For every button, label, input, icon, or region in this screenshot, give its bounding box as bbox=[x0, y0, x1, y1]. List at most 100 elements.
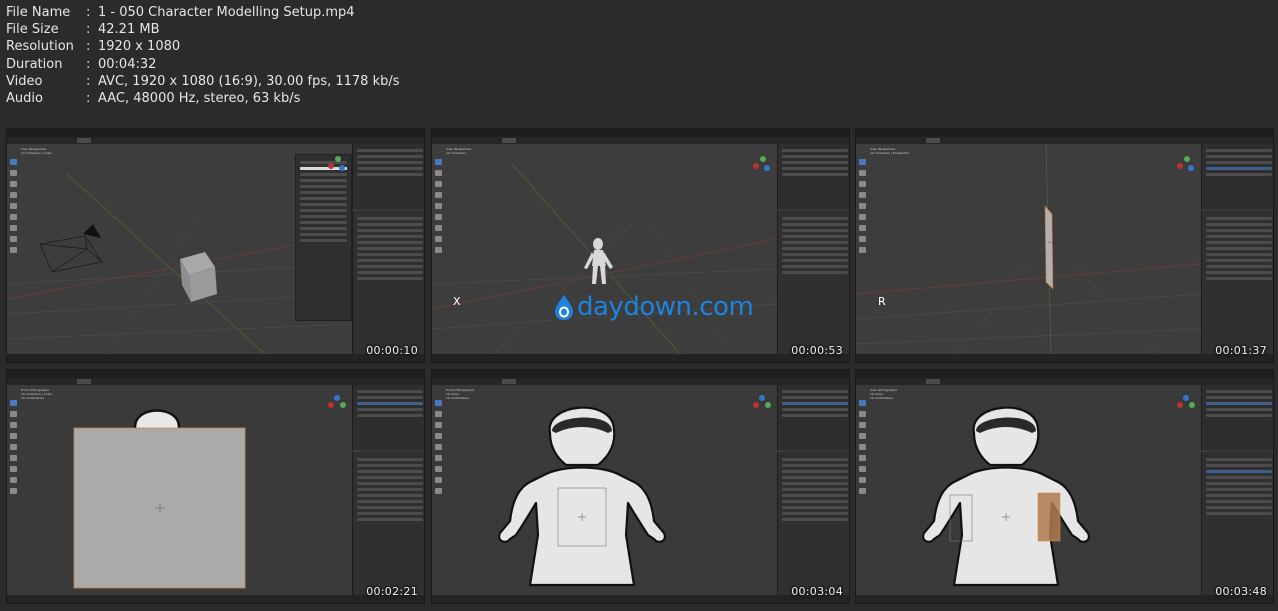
timestamp: 00:01:37 bbox=[1215, 344, 1267, 357]
file-info: File Name : 1 - 050 Character Modelling … bbox=[6, 4, 400, 107]
thumbnail-5[interactable]: Front Orthographic (1) Cube 10 Centimeters… bbox=[431, 369, 850, 604]
scene-front-ortho-cube bbox=[73, 409, 246, 589]
timestamp: 00:02:21 bbox=[366, 585, 418, 598]
timeline[interactable] bbox=[432, 595, 849, 603]
properties-panel[interactable] bbox=[777, 452, 849, 597]
outliner[interactable] bbox=[1201, 144, 1273, 209]
tool-shelf[interactable] bbox=[10, 159, 17, 269]
separator: : bbox=[86, 56, 91, 72]
outliner[interactable] bbox=[352, 144, 424, 209]
blender-topbar bbox=[7, 129, 424, 137]
timeline[interactable] bbox=[7, 595, 424, 603]
blender-menubar bbox=[432, 378, 849, 385]
workspace-tab-layout bbox=[502, 379, 516, 384]
file-info-row: Video : AVC, 1920 x 1080 (16:9), 30.00 f… bbox=[6, 73, 400, 90]
thumbnail-grid: User Perspective (1) Collection | Cube 00… bbox=[0, 126, 1278, 611]
scene-character-arm-mesh bbox=[922, 406, 1090, 587]
separator: : bbox=[86, 22, 91, 38]
blender-topbar bbox=[856, 370, 1273, 378]
file-info-row: Audio : AAC, 48000 Hz, stereo, 63 kb/s bbox=[6, 90, 400, 107]
outliner[interactable] bbox=[1201, 385, 1273, 450]
viewport-info: Front Orthographic (1) Cube 10 Centimeters bbox=[446, 388, 475, 400]
navigation-gizmo-icon[interactable] bbox=[325, 152, 349, 176]
blender-menubar bbox=[856, 378, 1273, 385]
separator: : bbox=[86, 73, 91, 89]
video-value: AVC, 1920 x 1080 (16:9), 30.00 fps, 1178… bbox=[98, 73, 400, 89]
resolution-label: Resolution bbox=[6, 39, 74, 55]
timestamp: 00:00:10 bbox=[366, 344, 418, 357]
separator: : bbox=[86, 91, 91, 107]
blender-topbar bbox=[7, 370, 424, 378]
key-overlay: X bbox=[453, 295, 461, 308]
outliner[interactable] bbox=[777, 385, 849, 450]
workspace-tab-layout bbox=[502, 138, 516, 143]
thumbnail-6[interactable]: User Orthographic (1) Cube 10 Centimeters … bbox=[855, 369, 1274, 604]
timestamp: 00:03:04 bbox=[791, 585, 843, 598]
blender-topbar bbox=[432, 370, 849, 378]
viewport-info: User Perspective (1) Collection | Empty.0… bbox=[870, 147, 909, 155]
thumbnail-3[interactable]: User Perspective (1) Collection | Empty.0… bbox=[855, 128, 1274, 363]
timeline[interactable] bbox=[7, 354, 424, 362]
tool-shelf[interactable] bbox=[435, 159, 442, 269]
tool-shelf[interactable] bbox=[10, 400, 17, 510]
navigation-gizmo-icon[interactable] bbox=[750, 393, 774, 417]
outliner[interactable] bbox=[352, 385, 424, 450]
droplet-logo-icon bbox=[555, 295, 573, 320]
sidebar-panel[interactable] bbox=[295, 154, 352, 321]
file-name-label: File Name bbox=[6, 5, 71, 20]
thumbnail-2[interactable]: User Perspective (1) Collection X daydown… bbox=[431, 128, 850, 363]
file-info-row: Resolution : 1920 x 1080 bbox=[6, 38, 400, 55]
thumbnail-1[interactable]: User Perspective (1) Collection | Cube 00… bbox=[6, 128, 425, 363]
navigation-gizmo-icon[interactable] bbox=[1174, 393, 1198, 417]
file-size-label: File Size bbox=[6, 22, 59, 38]
timeline[interactable] bbox=[856, 595, 1273, 603]
properties-panel[interactable] bbox=[777, 211, 849, 356]
file-info-row: Duration : 00:04:32 bbox=[6, 56, 400, 73]
file-info-row: File Name : 1 - 050 Character Modelling … bbox=[6, 4, 400, 21]
outliner[interactable] bbox=[777, 144, 849, 209]
tool-shelf[interactable] bbox=[435, 400, 442, 510]
timeline[interactable] bbox=[856, 354, 1273, 362]
properties-panel[interactable] bbox=[1201, 211, 1273, 356]
thumbnail-4[interactable]: Front Orthographic (1) Collection | Cube 1… bbox=[6, 369, 425, 604]
workspace-tab-layout bbox=[77, 379, 91, 384]
separator: : bbox=[86, 39, 91, 55]
duration-value: 00:04:32 bbox=[98, 56, 157, 72]
properties-panel[interactable] bbox=[352, 452, 424, 597]
key-overlay: R bbox=[878, 295, 886, 308]
timeline[interactable] bbox=[432, 354, 849, 362]
viewport-info: User Perspective (1) Collection | Cube bbox=[21, 147, 52, 155]
watermark-logo: daydown.com bbox=[554, 292, 754, 322]
timestamp: 00:00:53 bbox=[791, 344, 843, 357]
workspace-tab-layout bbox=[926, 379, 940, 384]
viewport-info: Front Orthographic (1) Collection | Cube 1… bbox=[21, 388, 52, 400]
timestamp: 00:03:48 bbox=[1215, 585, 1267, 598]
blender-topbar bbox=[432, 129, 849, 137]
resolution-value: 1920 x 1080 bbox=[98, 39, 181, 55]
navigation-gizmo-icon[interactable] bbox=[1174, 152, 1198, 176]
scene-character-empty bbox=[432, 163, 777, 356]
blender-menubar bbox=[7, 378, 424, 385]
tool-shelf[interactable] bbox=[859, 400, 866, 510]
scene-character-reference bbox=[498, 406, 666, 587]
tool-shelf[interactable] bbox=[859, 159, 866, 269]
properties-panel[interactable] bbox=[352, 211, 424, 356]
file-info-row: File Size : 42.21 MB bbox=[6, 21, 400, 38]
workspace-tab-layout bbox=[926, 138, 940, 143]
audio-value: AAC, 48000 Hz, stereo, 63 kb/s bbox=[98, 91, 301, 107]
blender-menubar bbox=[432, 137, 849, 144]
blender-topbar bbox=[856, 129, 1273, 137]
navigation-gizmo-icon[interactable] bbox=[325, 393, 349, 417]
separator: : bbox=[86, 5, 91, 20]
scene-rotated-plane bbox=[856, 144, 1201, 356]
blender-menubar bbox=[856, 137, 1273, 144]
watermark-text: daydown.com bbox=[577, 292, 754, 322]
navigation-gizmo-icon[interactable] bbox=[750, 152, 774, 176]
properties-panel[interactable] bbox=[1201, 452, 1273, 597]
duration-label: Duration bbox=[6, 56, 63, 72]
viewport-info: User Orthographic (1) Cube 10 Centimeters bbox=[870, 388, 898, 400]
file-name-value: 1 - 050 Character Modelling Setup.mp4 bbox=[98, 5, 355, 20]
file-size-value: 42.21 MB bbox=[98, 22, 160, 38]
video-label: Video bbox=[6, 73, 43, 89]
audio-label: Audio bbox=[6, 91, 43, 107]
